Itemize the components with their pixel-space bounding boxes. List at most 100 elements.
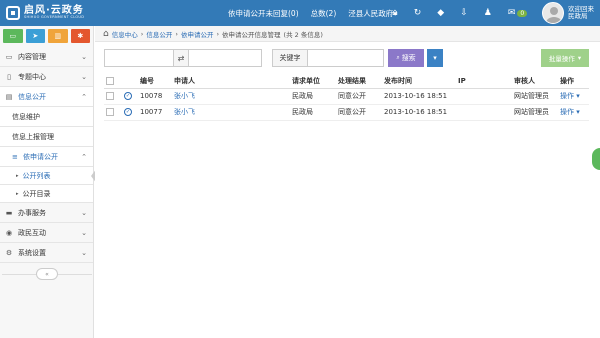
- department-dropdown[interactable]: 泾县人民政府▾: [348, 8, 397, 19]
- collapse-sidebar-button[interactable]: «: [36, 268, 58, 280]
- row-checkbox[interactable]: [106, 108, 114, 116]
- sidebar-sub-apply-public[interactable]: ≡ 依申请公开 ⌃: [0, 147, 93, 167]
- logo[interactable]: 启风·云政务 SHIHUO GOVERNMENT CLOUD: [0, 0, 130, 26]
- sidebar-sub2-public-catalog[interactable]: ▸ 公开目录: [0, 185, 93, 203]
- cell-id: 10077: [138, 104, 172, 121]
- sidebar-sub-label: 信息上报管理: [12, 132, 54, 141]
- refresh-icon[interactable]: ↻: [414, 8, 422, 18]
- approved-check-icon: ✓: [124, 92, 132, 100]
- send-icon[interactable]: ➤: [25, 29, 45, 43]
- double-chevron-left-icon: «: [45, 270, 49, 278]
- list-icon: ≡: [12, 152, 18, 161]
- monitor-icon: ▭: [5, 52, 13, 61]
- sidebar-item-topics[interactable]: ▯ 专题中心 ⌄: [0, 67, 93, 87]
- chart-icon[interactable]: ▥: [48, 29, 68, 43]
- search-button[interactable]: ⌕ 搜索: [388, 49, 424, 67]
- tags-icon[interactable]: ◆: [437, 8, 444, 18]
- breadcrumb-info-center[interactable]: 信息中心: [112, 29, 138, 39]
- sidebar-sub-info-maintain[interactable]: 信息维护: [0, 107, 93, 127]
- briefcase-icon: ▬: [5, 208, 13, 217]
- home-icon[interactable]: ⌂: [103, 29, 109, 39]
- globe-icon: ◉: [5, 228, 13, 237]
- search-button-label: 搜索: [401, 54, 416, 62]
- keyword-label: 关键字: [272, 49, 308, 67]
- row-action-dropdown[interactable]: 操作 ▾: [558, 104, 589, 121]
- column-header-id[interactable]: 编号: [138, 74, 172, 89]
- column-header-ip[interactable]: IP: [456, 74, 512, 89]
- sidebar-sub-info-report[interactable]: 信息上报管理: [0, 127, 93, 147]
- sidebar-item-label: 专题中心: [18, 72, 46, 81]
- cell-time: 2013-10-16 18:51: [382, 104, 456, 121]
- cell-applicant-link[interactable]: 张小飞: [172, 104, 290, 121]
- cell-applicant-link[interactable]: 张小飞: [172, 88, 290, 105]
- column-header-unit[interactable]: 请求单位: [290, 74, 336, 89]
- settings-icon[interactable]: ✱: [70, 29, 90, 43]
- sidebar-item-interaction[interactable]: ◉ 政民互动 ⌄: [0, 223, 93, 243]
- breadcrumb-separator: ›: [216, 29, 220, 38]
- breadcrumb-info-public[interactable]: 信息公开: [146, 29, 172, 39]
- mail-badge: 0: [517, 10, 528, 17]
- search-icon: ⌕: [396, 54, 400, 61]
- cell-unit: 民政局: [290, 88, 336, 105]
- shortcut-bar: ▭ ➤ ▥ ✱: [0, 26, 93, 45]
- row-action-label: 操作: [560, 108, 574, 116]
- chevron-up-icon: ⌃: [81, 92, 87, 101]
- chevron-down-icon: ▾: [576, 92, 580, 100]
- home-icon[interactable]: ⌂: [392, 8, 398, 18]
- caret-right-icon: ▸: [16, 190, 19, 197]
- chevron-down-icon: ⌄: [81, 228, 87, 237]
- breadcrumb-current: 依申请公开信息管理: [222, 30, 281, 39]
- sidebar-sub2-label: 公开目录: [22, 189, 51, 198]
- breadcrumb-apply-public[interactable]: 依申请公开: [181, 29, 214, 39]
- sidebar-sub-label: 信息维护: [12, 112, 40, 121]
- sidebar-item-content[interactable]: ▭ 内容管理 ⌄: [0, 47, 93, 67]
- row-action-dropdown[interactable]: 操作 ▾: [558, 88, 589, 105]
- user-menu[interactable]: 欢迎回来 民政局: [542, 2, 594, 24]
- cell-reviewer: 网站管理员: [512, 88, 558, 105]
- table-row[interactable]: ✓ 10078 张小飞 民政局 同意公开 2013-10-16 18:51 网站…: [104, 88, 589, 105]
- column-header-time[interactable]: 发布时间: [382, 74, 456, 89]
- keyword-input[interactable]: [308, 49, 384, 67]
- cell-unit: 民政局: [290, 104, 336, 121]
- cell-result: 同意公开: [336, 104, 382, 121]
- start-date-input[interactable]: [104, 49, 174, 67]
- chevron-down-icon: ⌄: [81, 208, 87, 217]
- column-header-result[interactable]: 处理结果: [336, 74, 382, 89]
- column-header-reviewer[interactable]: 审核人: [512, 74, 558, 89]
- batch-operation-button[interactable]: 批量操作 ▾: [541, 49, 589, 67]
- pending-requests-link[interactable]: 依申请公开未回复(0): [228, 8, 299, 19]
- row-action-label: 操作: [560, 92, 574, 100]
- monitor-icon[interactable]: ▭: [3, 29, 23, 43]
- department-label: 泾县人民政府: [348, 8, 394, 18]
- document-icon: ▯: [7, 72, 11, 81]
- chevron-down-icon: ▾: [433, 54, 437, 62]
- download-icon[interactable]: ⇩: [460, 8, 468, 18]
- search-dropdown-button[interactable]: ▾: [427, 49, 443, 67]
- total-count-link[interactable]: 总数(2): [311, 8, 337, 19]
- user-icon[interactable]: ♟: [484, 8, 492, 18]
- chevron-up-icon: ⌃: [81, 152, 87, 161]
- floating-side-tab[interactable]: [592, 148, 600, 170]
- mail-icon[interactable]: ✉ 0: [508, 8, 528, 18]
- sidebar-item-label: 办事服务: [18, 208, 46, 217]
- chevron-down-icon: ⌄: [81, 72, 87, 81]
- end-date-input[interactable]: [188, 49, 262, 67]
- breadcrumb-count: (共 2 条信息): [283, 30, 323, 39]
- cell-ip: [456, 88, 512, 105]
- select-all-checkbox[interactable]: [106, 76, 114, 85]
- sidebar-item-info-public[interactable]: ▤ 信息公开 ⌃: [0, 87, 93, 107]
- column-header-applicant[interactable]: 申请人: [172, 74, 290, 89]
- sidebar-sub2-public-list[interactable]: ▸ 公开列表: [0, 167, 97, 185]
- cell-id: 10078: [138, 88, 172, 105]
- swap-icon[interactable]: ⇄: [174, 49, 188, 67]
- sidebar: ▭ ➤ ▥ ✱ ▭ 内容管理 ⌄ ▯ 专题中心 ⌄ ▤ 信息公开 ⌃ 信息维护 …: [0, 26, 97, 338]
- sidebar-item-services[interactable]: ▬ 办事服务 ⌄: [0, 203, 93, 223]
- row-checkbox[interactable]: [106, 92, 114, 100]
- table-row[interactable]: ✓ 10077 张小飞 民政局 同意公开 2013-10-16 18:51 网站…: [104, 104, 589, 121]
- batch-operation-label: 批量操作: [548, 55, 575, 63]
- breadcrumb-separator: ›: [175, 29, 178, 38]
- user-department: 民政局: [568, 12, 588, 20]
- sidebar-sub2-label: 公开列表: [22, 171, 51, 180]
- top-bar: 启风·云政务 SHIHUO GOVERNMENT CLOUD 依申请公开未回复(…: [0, 0, 600, 26]
- sidebar-item-settings[interactable]: ⚙ 系统设置 ⌄: [0, 243, 93, 263]
